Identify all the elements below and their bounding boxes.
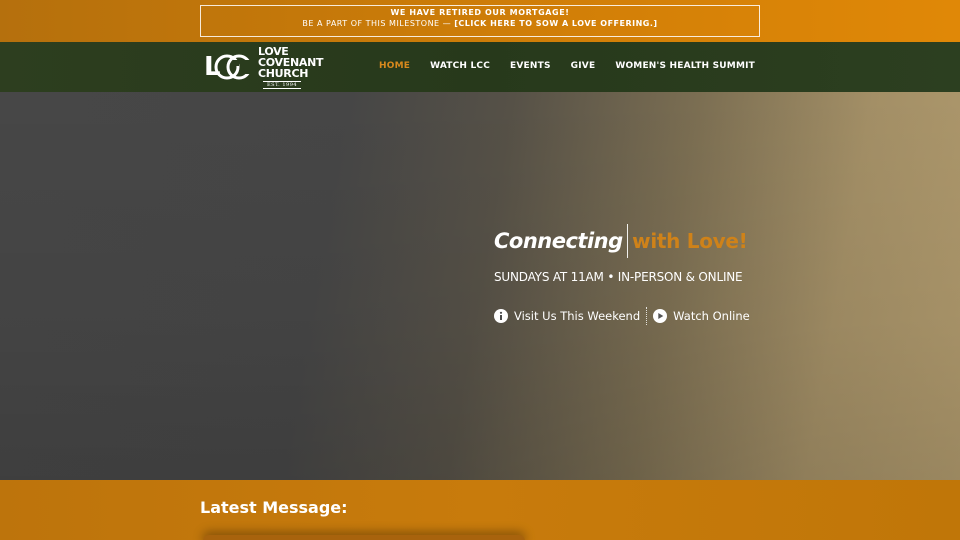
hero-headline: Connecting with Love!	[494, 224, 748, 258]
announcement-cta[interactable]: [CLICK HERE TO SOW A LOVE OFFERING.]	[454, 19, 657, 28]
service-times: SUNDAYS AT 11AM • IN-PERSON & ONLINE	[494, 270, 743, 284]
link-divider	[646, 307, 648, 325]
watch-online-link[interactable]: Watch Online	[653, 309, 750, 323]
nav-item-watch-lcc[interactable]: WATCH LCC	[430, 61, 490, 71]
svg-text:L: L	[204, 52, 220, 82]
logo-line-church: CHURCH	[258, 67, 309, 80]
latest-message-section	[0, 480, 960, 540]
nav-item-home[interactable]: HOME	[379, 61, 410, 71]
announcement-subtitle: BE A PART OF THIS MILESTONE — [CLICK HER…	[201, 19, 759, 28]
announcement-bar: WE HAVE RETIRED OUR MORTGAGE! BE A PART …	[0, 0, 960, 42]
hero-overlay	[0, 92, 960, 480]
latest-message-heading: Latest Message:	[200, 498, 348, 517]
nav-item-womens-health-summit[interactable]: WOMEN'S HEALTH SUMMIT	[615, 61, 755, 71]
play-icon	[653, 309, 668, 323]
hero-links: Visit Us This Weekend Watch Online	[494, 307, 750, 325]
announcement-title: WE HAVE RETIRED OUR MORTGAGE!	[390, 8, 570, 17]
typing-cursor	[626, 224, 629, 258]
headline-with-love: with Love!	[632, 229, 748, 253]
nav-item-give[interactable]: GIVE	[571, 61, 596, 71]
visit-us-link[interactable]: Visit Us This Weekend	[494, 309, 640, 323]
info-icon	[494, 309, 508, 323]
primary-nav: HOME WATCH LCC EVENTS GIVE WOMEN'S HEALT…	[379, 61, 755, 71]
nav-item-events[interactable]: EVENTS	[510, 61, 551, 71]
latest-message-card[interactable]	[203, 535, 525, 540]
visit-us-label: Visit Us This Weekend	[514, 309, 641, 323]
lcc-monogram-icon: L	[204, 52, 255, 82]
church-logo[interactable]: L LOVE COVENANT CHURCH EST. 1994	[203, 46, 333, 89]
headline-connecting: Connecting	[494, 229, 623, 253]
logo-established: EST. 1994	[263, 81, 302, 89]
announcement-prefix: BE A PART OF THIS MILESTONE —	[302, 19, 455, 28]
watch-online-label: Watch Online	[673, 309, 750, 323]
hero-section	[0, 92, 960, 480]
announcement-link[interactable]: WE HAVE RETIRED OUR MORTGAGE! BE A PART …	[200, 5, 760, 37]
